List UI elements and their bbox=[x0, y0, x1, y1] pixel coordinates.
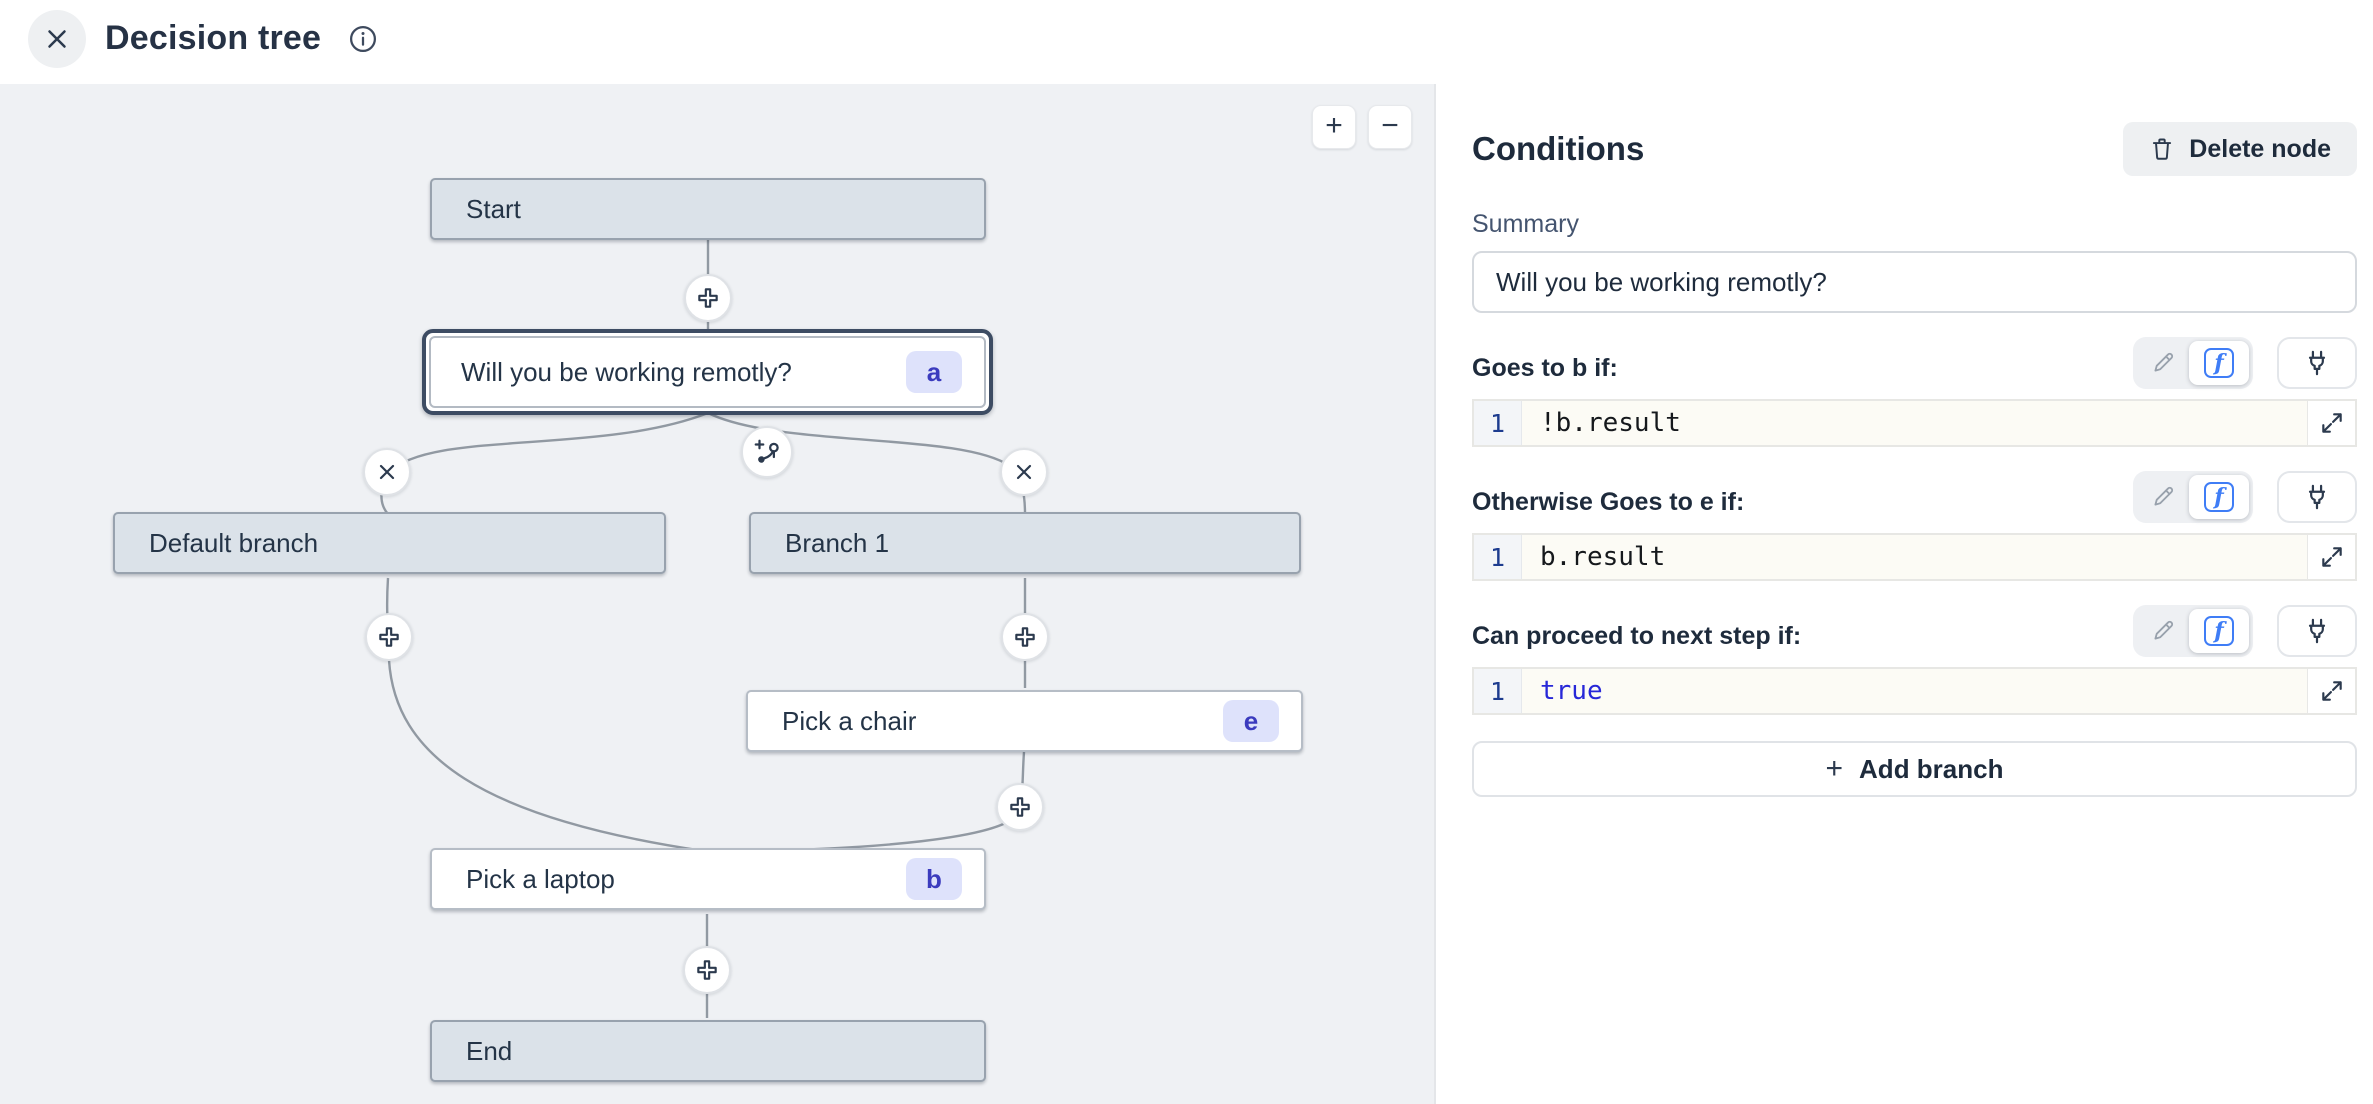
edit-mode-button[interactable] bbox=[2137, 609, 2189, 653]
edit-mode-button[interactable] bbox=[2137, 341, 2189, 385]
line-number: 1 bbox=[1474, 535, 1522, 579]
x-icon bbox=[1012, 460, 1036, 484]
editor-mode-toggle: f bbox=[2133, 605, 2253, 657]
function-icon: f bbox=[2204, 482, 2234, 512]
add-branch-button[interactable]: + Add branch bbox=[1472, 741, 2357, 797]
code-text[interactable]: b.result bbox=[1522, 535, 2307, 579]
page-title: Decision tree bbox=[105, 19, 321, 58]
add-branch-label: Add branch bbox=[1859, 754, 2003, 785]
plus-icon bbox=[694, 957, 720, 983]
function-mode-button[interactable]: f bbox=[2189, 609, 2249, 653]
node-branch-1[interactable]: Branch 1 bbox=[749, 512, 1301, 574]
function-mode-button[interactable]: f bbox=[2189, 475, 2249, 519]
node-badge: e bbox=[1223, 700, 1279, 742]
plus-icon bbox=[1007, 794, 1033, 820]
node-label: Will you be working remotly? bbox=[431, 357, 906, 388]
code-editor: 1 true bbox=[1472, 667, 2357, 715]
function-icon: f bbox=[2204, 348, 2234, 378]
expand-editor-button[interactable] bbox=[2307, 535, 2355, 579]
flow-canvas[interactable]: + − Start Will you be working remotly? a… bbox=[0, 84, 1434, 1104]
code-text[interactable]: true bbox=[1522, 669, 2307, 713]
delete-node-button[interactable]: Delete node bbox=[2123, 122, 2357, 176]
node-label: Pick a laptop bbox=[432, 864, 906, 895]
expand-icon bbox=[2319, 410, 2345, 436]
add-step-button[interactable] bbox=[684, 274, 732, 322]
add-step-button[interactable] bbox=[1001, 613, 1049, 661]
plug-icon bbox=[2303, 349, 2331, 377]
node-badge: b bbox=[906, 858, 962, 900]
line-number: 1 bbox=[1474, 669, 1522, 713]
plug-button[interactable] bbox=[2277, 337, 2357, 389]
node-badge: a bbox=[906, 351, 962, 393]
trash-icon bbox=[2149, 136, 2175, 162]
plug-button[interactable] bbox=[2277, 471, 2357, 523]
node-label: Default branch bbox=[115, 528, 664, 559]
code-editor: 1 !b.result bbox=[1472, 399, 2357, 447]
node-label: Start bbox=[432, 194, 984, 225]
node-default-branch[interactable]: Default branch bbox=[113, 512, 666, 574]
delete-node-label: Delete node bbox=[2189, 135, 2331, 164]
remove-branch-button[interactable] bbox=[1000, 448, 1048, 496]
code-editor: 1 b.result bbox=[1472, 533, 2357, 581]
node-decision-selected[interactable]: Will you be working remotly? a bbox=[422, 329, 993, 415]
node-label: Pick a chair bbox=[748, 706, 1223, 737]
pencil-icon bbox=[2150, 350, 2176, 376]
decision-tree-editor: Decision tree + − St bbox=[0, 0, 2373, 1104]
editor-mode-toggle: f bbox=[2133, 471, 2253, 523]
plug-button[interactable] bbox=[2277, 605, 2357, 657]
conditions-panel: Conditions Delete node Summary Goes to b… bbox=[1434, 84, 2373, 1104]
expand-icon bbox=[2319, 678, 2345, 704]
add-step-button[interactable] bbox=[683, 946, 731, 994]
condition-label: Otherwise Goes to e if: bbox=[1472, 488, 1744, 523]
plus-icon bbox=[1012, 624, 1038, 650]
close-icon bbox=[42, 24, 72, 54]
pencil-icon bbox=[2150, 618, 2176, 644]
expand-editor-button[interactable] bbox=[2307, 401, 2355, 445]
code-text[interactable]: !b.result bbox=[1522, 401, 2307, 445]
summary-input[interactable] bbox=[1472, 251, 2357, 313]
pencil-icon bbox=[2150, 484, 2176, 510]
expand-editor-button[interactable] bbox=[2307, 669, 2355, 713]
node-pick-a-chair[interactable]: Pick a chair e bbox=[746, 690, 1303, 752]
plus-icon bbox=[695, 285, 721, 311]
info-icon[interactable] bbox=[348, 24, 378, 54]
function-icon: f bbox=[2204, 616, 2234, 646]
node-label: Branch 1 bbox=[751, 528, 1299, 559]
node-start[interactable]: Start bbox=[430, 178, 986, 240]
panel-title: Conditions bbox=[1472, 130, 1644, 168]
plug-icon bbox=[2303, 483, 2331, 511]
function-mode-button[interactable]: f bbox=[2189, 341, 2249, 385]
expand-icon bbox=[2319, 544, 2345, 570]
node-label: End bbox=[432, 1036, 984, 1067]
add-branch-node-button[interactable] bbox=[741, 426, 793, 478]
add-step-button[interactable] bbox=[996, 783, 1044, 831]
node-end[interactable]: End bbox=[430, 1020, 986, 1082]
zoom-in-button[interactable]: + bbox=[1312, 105, 1356, 149]
summary-label: Summary bbox=[1472, 210, 2357, 239]
header: Decision tree bbox=[0, 0, 2373, 84]
plus-icon: + bbox=[1826, 754, 1844, 784]
add-step-button[interactable] bbox=[365, 613, 413, 661]
condition-label: Goes to b if: bbox=[1472, 354, 1618, 389]
plug-icon bbox=[2303, 617, 2331, 645]
close-button[interactable] bbox=[28, 10, 86, 68]
branch-plus-icon bbox=[752, 437, 782, 467]
x-icon bbox=[375, 460, 399, 484]
remove-branch-button[interactable] bbox=[363, 448, 411, 496]
node-pick-a-laptop[interactable]: Pick a laptop b bbox=[430, 848, 986, 910]
edit-mode-button[interactable] bbox=[2137, 475, 2189, 519]
zoom-out-button[interactable]: − bbox=[1368, 105, 1412, 149]
condition-label: Can proceed to next step if: bbox=[1472, 622, 1801, 657]
editor-mode-toggle: f bbox=[2133, 337, 2253, 389]
plus-icon bbox=[376, 624, 402, 650]
line-number: 1 bbox=[1474, 401, 1522, 445]
